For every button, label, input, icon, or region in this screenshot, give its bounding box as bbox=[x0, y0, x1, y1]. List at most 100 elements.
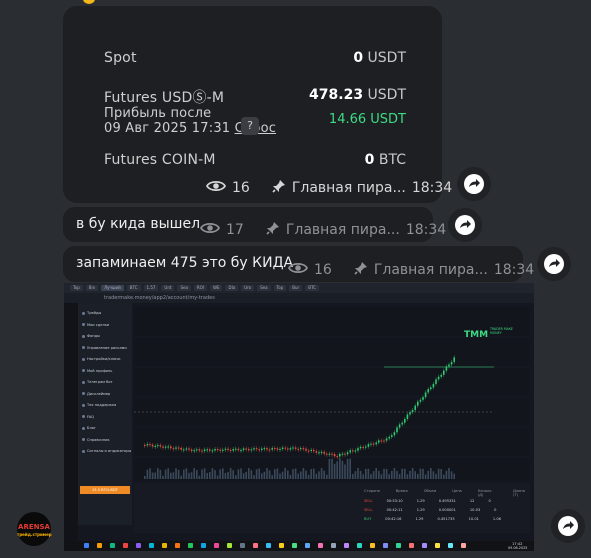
nav-item[interactable]: Управление рисками bbox=[82, 346, 127, 350]
nav-item[interactable]: Настройки/ключи bbox=[82, 357, 120, 361]
browser-tab[interactable]: Top bbox=[70, 285, 83, 291]
nav-item[interactable]: Фонды bbox=[82, 334, 100, 338]
table-row[interactable]: SELL 00:42:11 1.29 0.000001 10.03 0 bbox=[364, 508, 496, 512]
forward-button[interactable] bbox=[457, 167, 491, 201]
nav-label: Сигналы и индикаторы bbox=[87, 449, 132, 453]
nav-label: Мой профиль bbox=[87, 368, 113, 373]
table-cell: 10.01 bbox=[468, 517, 479, 521]
browser-tab[interactable]: Unt bbox=[161, 285, 175, 291]
browser-tab[interactable]: Dla bbox=[225, 285, 239, 291]
table-header: Объем bbox=[423, 489, 437, 493]
table-cell: 1.29 bbox=[416, 508, 425, 512]
taskbar-app-icon[interactable] bbox=[240, 543, 245, 548]
browser-tab[interactable]: Лучший bbox=[101, 285, 124, 291]
volume-bar bbox=[279, 473, 281, 479]
message-meta: 16 Главная пира... 18:34 bbox=[205, 179, 452, 197]
taskbar-app-icon[interactable] bbox=[214, 543, 219, 548]
nav-item[interactable]: Телеграм бот bbox=[82, 380, 113, 384]
volume-bar bbox=[437, 468, 440, 479]
volume-bar bbox=[365, 468, 367, 479]
taskbar-app-icon[interactable] bbox=[149, 543, 154, 548]
taskbar-app-icon[interactable] bbox=[422, 543, 427, 548]
footer-price-button[interactable]: 15.5 BTCUSDT bbox=[80, 486, 130, 494]
volume-bar bbox=[248, 468, 250, 479]
browser-tab[interactable]: Bin bbox=[85, 285, 99, 291]
taskbar-app-icon[interactable] bbox=[409, 543, 414, 548]
browser-tab[interactable]: WE bbox=[210, 285, 223, 291]
taskbar-app-icon[interactable] bbox=[292, 543, 297, 548]
taskbar-app-icon[interactable] bbox=[266, 543, 271, 548]
taskbar-app-icon[interactable] bbox=[448, 543, 453, 548]
attached-screenshot[interactable]: Top Bin Лучший BTC 1.57 Unt Sea ROI WE Dla Uro Sea T… bbox=[64, 283, 534, 551]
browser-tab[interactable]: BTC bbox=[305, 285, 319, 291]
taskbar-app-icon[interactable] bbox=[461, 543, 466, 548]
browser-tab[interactable]: Sea bbox=[177, 285, 191, 291]
profit-help-icon[interactable]: ? bbox=[241, 117, 259, 135]
nav-label: Фонды bbox=[87, 334, 100, 338]
nav-item[interactable]: Мой профиль bbox=[82, 369, 112, 373]
volume-bar bbox=[232, 470, 234, 479]
taskbar-app-icon[interactable] bbox=[370, 543, 375, 548]
taskbar-app-icon[interactable] bbox=[227, 543, 232, 548]
nav-item[interactable]: Сигналы и индикаторы bbox=[82, 449, 131, 453]
browser-tab[interactable]: ROI bbox=[193, 285, 207, 291]
nav-icon bbox=[82, 346, 85, 349]
taskbar-app-icon[interactable] bbox=[331, 543, 336, 548]
taskbar-app-icon[interactable] bbox=[396, 543, 401, 548]
forward-button[interactable] bbox=[551, 509, 585, 543]
channel-name: Главная пира... bbox=[291, 180, 406, 196]
taskbar-app-icon[interactable] bbox=[357, 543, 362, 548]
message-text: запаминаем 475 это бу КИДА bbox=[76, 255, 294, 271]
nav-item[interactable]: Тех поддержка bbox=[82, 403, 116, 407]
nav-item[interactable]: Блог bbox=[82, 426, 96, 430]
volume-bar bbox=[448, 468, 450, 479]
browser-tab[interactable]: Bur bbox=[289, 285, 303, 291]
browser-url: tradermake.money/app2/account/my-trades bbox=[104, 295, 215, 301]
volume-bar bbox=[430, 468, 432, 479]
volume-bar bbox=[300, 471, 302, 479]
nav-item[interactable]: Справочник bbox=[82, 438, 110, 442]
taskbar-app-icon[interactable] bbox=[383, 543, 388, 548]
volume-bar bbox=[245, 471, 247, 479]
taskbar-app-icon[interactable] bbox=[136, 543, 141, 548]
browser-tab[interactable]: BTC bbox=[126, 285, 141, 291]
volume-bar bbox=[294, 468, 297, 479]
taskbar-app-icon[interactable] bbox=[123, 543, 128, 548]
nav-icon bbox=[82, 357, 85, 361]
table-cell: 0.495331 bbox=[438, 499, 456, 503]
taskbar-app-icon[interactable] bbox=[97, 543, 102, 548]
browser-tab[interactable]: 1.57 bbox=[143, 285, 159, 291]
taskbar-app-icon[interactable] bbox=[201, 543, 206, 548]
browser-tab[interactable]: Top bbox=[273, 285, 287, 291]
pin-icon bbox=[272, 179, 286, 197]
nav-item[interactable]: Дисклеймер bbox=[82, 392, 110, 396]
balance-card-message: Spot 0 USDT Futures USDⓈ-M 478.23 USDT П… bbox=[63, 6, 452, 203]
taskbar-app-icon[interactable] bbox=[188, 543, 193, 548]
nav-item[interactable]: Мои сделки bbox=[82, 323, 109, 327]
taskbar-app-icon[interactable] bbox=[305, 543, 310, 548]
taskbar-app-icon[interactable] bbox=[175, 543, 180, 548]
volume-bar bbox=[328, 458, 331, 479]
taskbar-app-icon[interactable] bbox=[279, 543, 284, 548]
nav-item[interactable]: Трейды bbox=[82, 311, 101, 315]
taskbar-app-icon[interactable] bbox=[344, 543, 349, 548]
taskbar-app-icon[interactable] bbox=[318, 543, 323, 548]
table-row[interactable]: SELL 00:53:10 1.29 0.495331 12 0 bbox=[364, 499, 491, 503]
forward-button[interactable] bbox=[537, 247, 571, 281]
message-meta: 17 Главная пира... 18:34 bbox=[199, 221, 446, 239]
nav-icon bbox=[82, 426, 85, 430]
volume-bar bbox=[443, 474, 445, 479]
taskbar-app-icon[interactable] bbox=[162, 543, 167, 548]
browser-tab[interactable]: Sea bbox=[257, 285, 271, 291]
volume-bar bbox=[219, 469, 221, 479]
taskbar-app-icon[interactable] bbox=[110, 543, 115, 548]
table-cell: 0.000001 bbox=[438, 508, 456, 512]
taskbar-app-icon[interactable] bbox=[253, 543, 258, 548]
forward-button[interactable] bbox=[448, 208, 482, 242]
taskbar-app-icon[interactable] bbox=[84, 543, 89, 548]
taskbar-app-icon[interactable] bbox=[435, 543, 440, 548]
table-cell: 1.29 bbox=[416, 499, 425, 503]
browser-tab[interactable]: Uro bbox=[241, 285, 255, 291]
table-row[interactable]: BUY 00:42:16 1.29 0.451735 10.01 1.06 bbox=[364, 517, 501, 521]
nav-item[interactable]: FAQ bbox=[82, 415, 94, 419]
